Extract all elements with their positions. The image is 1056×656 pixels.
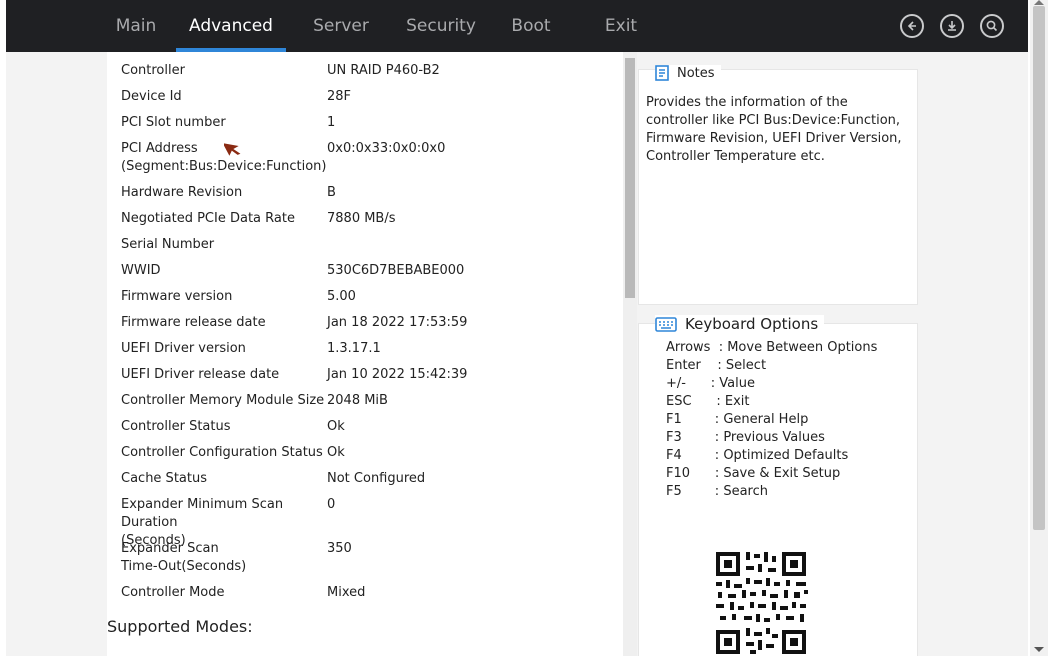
row-value: 530C6D7BEBABE000 xyxy=(327,263,465,278)
scroll-up-arrow-icon[interactable] xyxy=(1034,0,1044,5)
keyboard-shortcut-list: Arrows : Move Between Options Enter : Se… xyxy=(666,339,877,501)
keyboard-options-panel: Keyboard Options Arrows : Move Between O… xyxy=(638,315,918,656)
tab-exit[interactable]: Exit xyxy=(576,0,666,52)
row-label: Controller xyxy=(121,63,185,78)
window-scrollbar[interactable] xyxy=(1030,0,1048,656)
tab-security[interactable]: Security xyxy=(396,0,486,52)
row-value: Mixed xyxy=(327,585,366,600)
keyboard-options-header: Keyboard Options xyxy=(655,315,825,333)
notes-icon xyxy=(655,65,669,81)
shortcut-item: +/- : Value xyxy=(666,376,755,391)
row-value: 5.00 xyxy=(327,289,356,304)
row-label: UEFI Driver version xyxy=(121,341,246,356)
main-panel-scrollbar[interactable] xyxy=(623,52,637,656)
row-value: 1 xyxy=(327,115,336,130)
row-label: Controller Mode xyxy=(121,585,225,600)
top-nav-bar: Main Advanced Server Security Boot Exit xyxy=(6,0,1028,52)
shortcut-item: ESC : Exit xyxy=(666,394,750,409)
tab-main[interactable]: Main xyxy=(96,0,176,52)
row-value: 0 xyxy=(327,497,336,512)
main-scrollbar-thumb[interactable] xyxy=(625,58,635,298)
row-label: Firmware release date xyxy=(121,315,266,330)
row-value: Ok xyxy=(327,419,345,434)
shortcut-item: F1 : General Help xyxy=(666,412,809,427)
row-value: B xyxy=(327,185,336,200)
row-label: PCI Slot number xyxy=(121,115,226,130)
notes-header: Notes xyxy=(655,65,721,81)
notes-text: Provides the information of the controll… xyxy=(646,95,902,164)
notes-panel: Notes Provides the information of the co… xyxy=(638,65,918,305)
row-label: Controller Status xyxy=(121,419,231,434)
row-label: Negotiated PCIe Data Rate xyxy=(121,211,295,226)
row-value: Ok xyxy=(327,445,345,460)
keyboard-options-title: Keyboard Options xyxy=(685,315,819,333)
supported-modes-heading: Supported Modes: xyxy=(107,617,253,636)
row-label: Cache Status xyxy=(121,471,207,486)
row-value: Jan 10 2022 15:42:39 xyxy=(327,367,468,382)
search-icon[interactable] xyxy=(980,14,1004,38)
tab-strip: Main Advanced Server Security Boot Exit xyxy=(96,0,666,52)
scroll-down-arrow-icon[interactable] xyxy=(1034,647,1044,652)
keyboard-icon xyxy=(655,317,677,332)
shortcut-item: F4 : Optimized Defaults xyxy=(666,448,849,463)
row-value: 0x0:0x33:0x0:0x0 xyxy=(327,141,446,156)
notes-title: Notes xyxy=(677,65,715,81)
shortcut-item: F10 : Save & Exit Setup xyxy=(666,466,841,481)
row-label: Device Id xyxy=(121,89,182,104)
row-label: Controller Memory Module Size xyxy=(121,393,325,408)
row-value: UN RAID P460-B2 xyxy=(327,63,440,78)
row-value: 28F xyxy=(327,89,352,104)
row-label: WWID xyxy=(121,263,161,278)
row-label: Hardware Revision xyxy=(121,185,243,200)
tab-boot[interactable]: Boot xyxy=(486,0,576,52)
row-label: Firmware version xyxy=(121,289,233,304)
tab-server[interactable]: Server xyxy=(286,0,396,52)
row-value: Jan 18 2022 17:53:59 xyxy=(327,315,468,330)
row-value: 350 xyxy=(327,541,352,556)
row-value: 2048 MiB xyxy=(327,393,388,408)
tab-advanced[interactable]: Advanced xyxy=(176,0,286,52)
shortcut-item: Enter : Select xyxy=(666,358,767,373)
row-label: Serial Number xyxy=(121,237,215,252)
back-icon[interactable] xyxy=(900,14,924,38)
shortcut-item: F3 : Previous Values xyxy=(666,430,825,445)
save-icon[interactable] xyxy=(940,14,964,38)
window-scrollbar-thumb[interactable] xyxy=(1033,6,1045,530)
mouse-pointer-icon xyxy=(224,143,241,156)
shortcut-item: Arrows : Move Between Options xyxy=(666,340,878,355)
row-value: Not Configured xyxy=(327,471,426,486)
shortcut-item: F5 : Search xyxy=(666,484,768,499)
row-label: Controller Configuration Status xyxy=(121,445,323,460)
row-value: 1.3.17.1 xyxy=(327,341,381,356)
qr-code-image xyxy=(706,538,824,656)
controller-info-panel: Controller UN RAID P460-B2 Device Id 28F… xyxy=(107,52,623,656)
row-label: Expander Scan Time-Out(Seconds) xyxy=(121,541,247,574)
row-label: UEFI Driver release date xyxy=(121,367,280,382)
row-value: 7880 MB/s xyxy=(327,211,396,226)
top-icon-group xyxy=(900,14,1004,38)
